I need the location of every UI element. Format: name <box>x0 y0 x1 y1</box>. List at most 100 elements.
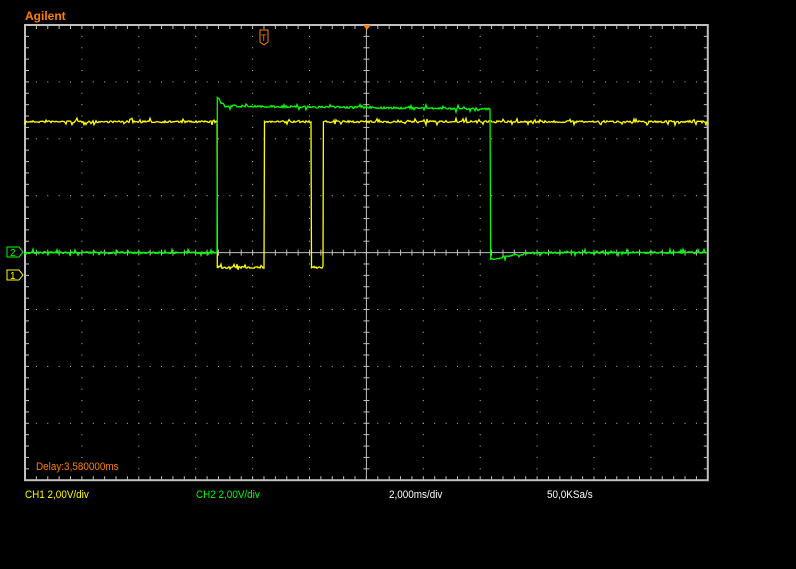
grid-dot <box>661 309 663 310</box>
grid-dot <box>149 81 151 83</box>
grid-dot <box>536 161 538 163</box>
grid-dot <box>684 81 686 83</box>
grid-dot <box>195 229 197 231</box>
grid-dot <box>172 365 174 367</box>
grid-dot <box>252 365 254 367</box>
grid-dot <box>286 422 288 424</box>
grid-dot <box>377 365 379 367</box>
grid-dot <box>422 70 424 72</box>
grid-dot <box>604 309 606 310</box>
grid-dot <box>229 422 231 424</box>
grid-dot <box>343 309 345 310</box>
grid-dot <box>309 309 310 310</box>
grid-dot <box>593 217 595 219</box>
grid-dot <box>286 138 288 140</box>
grid-dot <box>422 172 424 174</box>
grid-dot <box>195 58 197 60</box>
grid-dot <box>47 365 49 367</box>
grid-dot <box>650 183 652 185</box>
grid-dot <box>536 365 538 367</box>
grid-dot <box>195 445 197 447</box>
grid-dot <box>502 309 504 310</box>
grid-dot <box>650 161 652 163</box>
grid-dot <box>536 411 538 413</box>
grid-dot <box>35 365 37 367</box>
grid-dot <box>343 138 345 140</box>
grid-dot <box>536 456 538 458</box>
grid-dot <box>536 388 538 390</box>
grid-dot <box>388 365 390 367</box>
grid-dot <box>195 309 197 310</box>
grid-dot <box>479 138 481 140</box>
grid-dot <box>309 126 310 128</box>
ch2-ground-marker[interactable]: 2 <box>6 246 24 259</box>
grid-dot <box>411 422 413 424</box>
grid-dot <box>593 377 595 379</box>
grid-dot <box>252 309 254 310</box>
grid-dot <box>195 92 197 94</box>
grid-dot <box>536 92 538 94</box>
grid-dot <box>309 456 310 458</box>
grid-dot <box>536 183 538 185</box>
grid-dot <box>309 422 310 424</box>
grid-dot <box>616 365 618 367</box>
grid-dot <box>422 309 424 310</box>
grid-dot <box>263 422 265 424</box>
grid-dot <box>422 422 424 424</box>
grid-dot <box>138 354 140 356</box>
trigger-position-marker[interactable]: T <box>259 29 269 46</box>
grid-dot <box>240 195 242 197</box>
grid-dot <box>195 297 197 299</box>
grid-dot <box>138 422 140 424</box>
grid-dot <box>81 92 83 94</box>
grid-dot <box>104 422 106 424</box>
grid-dot <box>161 309 163 310</box>
grid-dot <box>422 263 424 265</box>
grid-dot <box>81 456 83 458</box>
grid-dot <box>604 138 606 140</box>
grid-dot <box>422 468 424 470</box>
grid-dot <box>195 468 197 470</box>
grid-dot <box>684 422 686 424</box>
grid-dot <box>309 388 310 390</box>
grid-dot <box>195 115 197 117</box>
grid-dot <box>593 309 595 310</box>
grid-dot <box>35 195 37 197</box>
grid-dot <box>138 206 140 208</box>
grid-dot <box>206 422 208 424</box>
grid-dot <box>502 365 504 367</box>
grid-dot <box>297 138 299 140</box>
grid-dot <box>536 81 538 83</box>
grid-dot <box>149 365 151 367</box>
grid-dot <box>81 422 83 424</box>
brand-logo: Agilent <box>25 9 66 23</box>
grid-dot <box>650 456 652 458</box>
grid-dot <box>81 183 83 185</box>
grid-dot <box>650 286 652 288</box>
grid-dot <box>70 309 72 310</box>
grid-dot <box>252 240 254 242</box>
grid-dot <box>525 195 527 197</box>
grid-dot <box>536 377 538 379</box>
sample-rate-readout: 50,0KSa/s <box>547 489 593 501</box>
grid-dot <box>138 263 140 265</box>
grid-dot <box>559 365 561 367</box>
grid-dot <box>650 400 652 402</box>
grid-dot <box>445 422 447 424</box>
grid-dot <box>81 365 83 367</box>
grid-dot <box>547 309 549 310</box>
grid-dot <box>479 47 481 49</box>
grid-dot <box>661 422 663 424</box>
grid-dot <box>149 138 151 140</box>
ch2-scale-readout: CH2 2,00V/div <box>196 489 260 501</box>
grid-dot <box>684 138 686 140</box>
grid-dot <box>536 354 538 356</box>
grid-dot <box>309 81 310 83</box>
grid-dot <box>377 309 379 310</box>
oscilloscope-display: 2 1 T <box>6 24 709 482</box>
grid-dot <box>400 81 402 83</box>
grid-dot <box>695 81 697 83</box>
ch1-ground-marker[interactable]: 1 <box>6 269 24 282</box>
grid-dot <box>673 309 675 310</box>
grid-dot <box>650 217 652 219</box>
